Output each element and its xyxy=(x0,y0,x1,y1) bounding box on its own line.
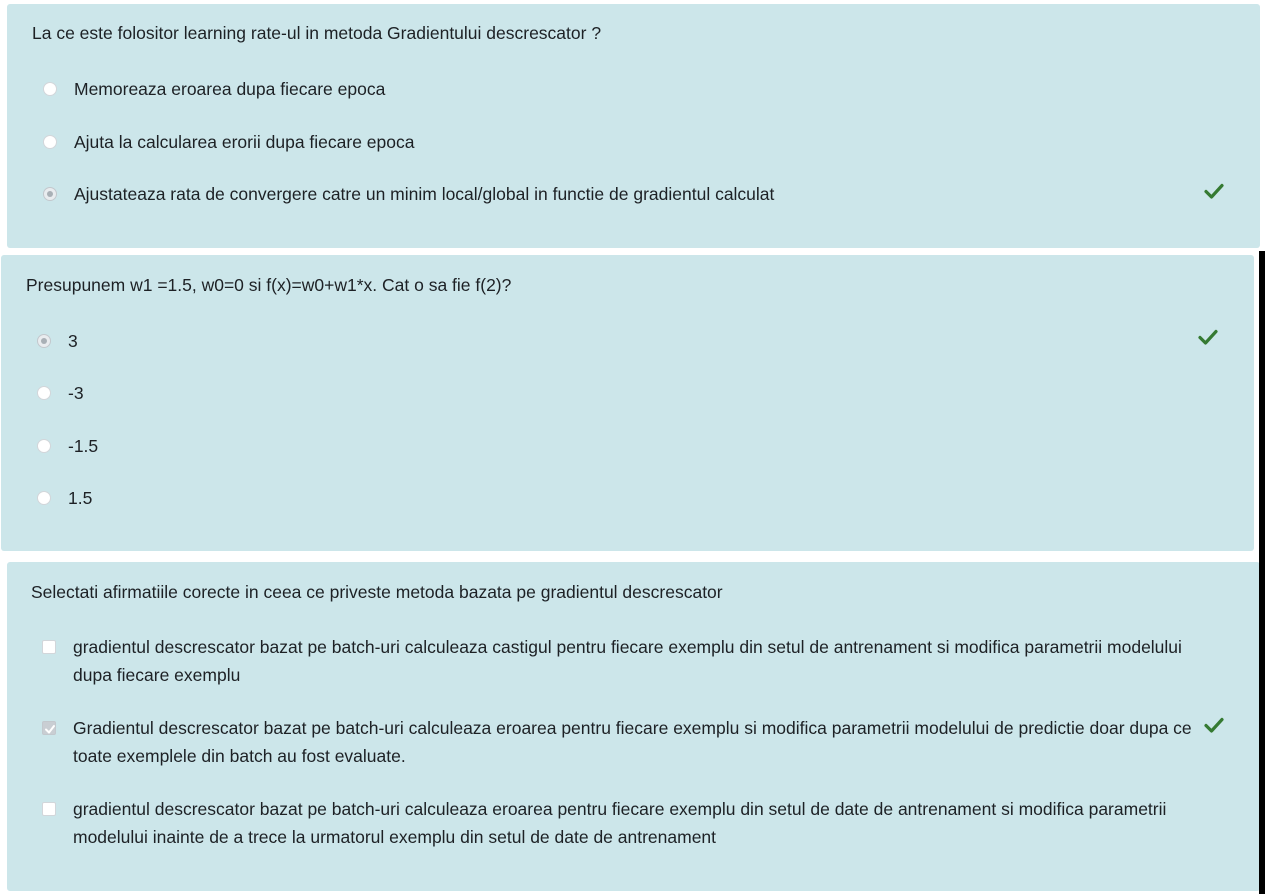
answer-label[interactable]: 3 xyxy=(68,327,78,355)
radio-button[interactable] xyxy=(37,439,51,453)
question-text: La ce este folositor learning rate-ul in… xyxy=(32,23,602,43)
answer-label[interactable]: Ajustateaza rata de convergere catre un … xyxy=(74,180,774,208)
checkbox[interactable] xyxy=(42,802,56,816)
question-text: Selectati afirmatiile corecte in ceea ce… xyxy=(31,582,723,602)
answer-option-1[interactable]: Memoreaza eroarea dupa fiecare epoca xyxy=(7,74,1260,104)
answer-label[interactable]: gradientul descrescator bazat pe batch-u… xyxy=(73,633,1203,689)
question-card-2: Presupunem w1 =1.5, w0=0 si f(x)=w0+w1*x… xyxy=(1,255,1254,551)
answer-option-3[interactable]: -1.5 xyxy=(1,431,1254,461)
checkbox[interactable] xyxy=(42,640,56,654)
radio-button-selected[interactable] xyxy=(37,334,51,348)
answer-option-2[interactable]: Ajuta la calcularea erorii dupa fiecare … xyxy=(7,127,1260,157)
radio-button[interactable] xyxy=(37,491,51,505)
question-text: Presupunem w1 =1.5, w0=0 si f(x)=w0+w1*x… xyxy=(26,275,512,295)
answer-label[interactable]: -1.5 xyxy=(68,432,98,460)
radio-button[interactable] xyxy=(43,135,57,149)
radio-button[interactable] xyxy=(43,82,57,96)
answer-option-2[interactable]: Gradientul descrescator bazat pe batch-u… xyxy=(7,714,1260,772)
answer-option-3[interactable]: gradientul descrescator bazat pe batch-u… xyxy=(7,795,1260,853)
answer-option-1[interactable]: gradientul descrescator bazat pe batch-u… xyxy=(7,633,1260,691)
answer-option-3[interactable]: Ajustateaza rata de convergere catre un … xyxy=(7,179,1260,209)
answer-label[interactable]: -3 xyxy=(68,379,84,407)
check-icon xyxy=(1198,329,1218,345)
answer-label[interactable]: Ajuta la calcularea erorii dupa fiecare … xyxy=(74,128,414,156)
check-icon xyxy=(1204,717,1224,733)
check-icon xyxy=(1204,183,1224,199)
answer-label[interactable]: Gradientul descrescator bazat pe batch-u… xyxy=(73,714,1203,770)
radio-button-selected[interactable] xyxy=(43,187,57,201)
answer-label[interactable]: Memoreaza eroarea dupa fiecare epoca xyxy=(74,75,385,103)
answer-option-4[interactable]: 1.5 xyxy=(1,483,1254,513)
answer-label[interactable]: gradientul descrescator bazat pe batch-u… xyxy=(73,795,1173,851)
question-card-3: Selectati afirmatiile corecte in ceea ce… xyxy=(7,562,1260,891)
answer-option-1[interactable]: 3 xyxy=(1,326,1254,356)
checkbox-checked[interactable] xyxy=(42,721,56,735)
question-card-1: La ce este folositor learning rate-ul in… xyxy=(7,4,1260,248)
window-edge xyxy=(1259,251,1265,894)
answer-label[interactable]: 1.5 xyxy=(68,484,92,512)
radio-button[interactable] xyxy=(37,386,51,400)
answer-option-2[interactable]: -3 xyxy=(1,378,1254,408)
